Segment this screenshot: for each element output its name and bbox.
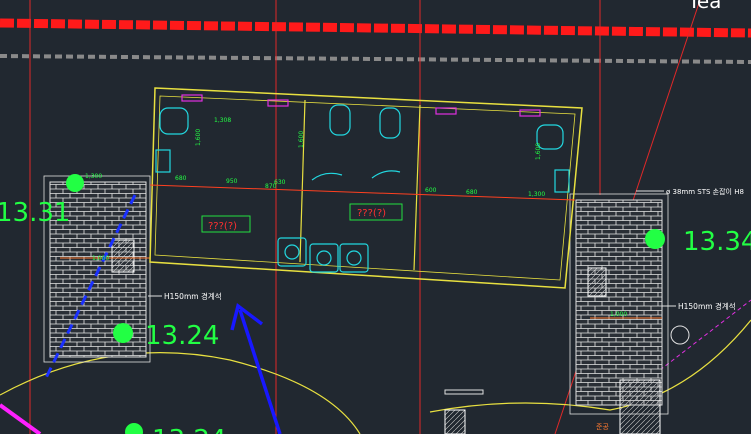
svg-text:1,300: 1,300 <box>85 173 102 180</box>
corner-text: Tea <box>687 0 721 13</box>
grate-mark <box>444 409 466 434</box>
bench-mark <box>444 389 484 395</box>
room-label: ???(?) <box>208 221 237 232</box>
svg-text:1,300: 1,300 <box>528 191 545 198</box>
cad-drawing-canvas[interactable]: 13.24 13.34 13.31 13.24 ???(?) ???(?) H1… <box>0 0 751 434</box>
svg-text:680: 680 <box>466 189 478 196</box>
small-label: 준공 <box>596 423 609 431</box>
svg-text:1,000: 1,000 <box>92 255 109 262</box>
right-paving-block <box>569 193 690 434</box>
svg-text:1,308: 1,308 <box>214 117 231 124</box>
elevation-label: 13.34 <box>683 227 751 257</box>
magenta-line <box>0 403 42 434</box>
room-label: ???(?) <box>357 208 386 219</box>
elevation-marker-4[interactable]: 13.24 <box>125 423 226 434</box>
curb-label: H150mm 경계석 <box>678 301 736 311</box>
rail-note: ø 38mm STS 손잡이 H8 <box>666 187 744 196</box>
blue-arrow <box>230 303 282 434</box>
svg-text:1,600: 1,600 <box>298 131 305 148</box>
svg-text:1,000: 1,000 <box>610 311 627 318</box>
top-red-dashed-band <box>0 18 751 64</box>
svg-text:1,600: 1,600 <box>195 129 202 146</box>
svg-text:1,600: 1,600 <box>535 143 542 160</box>
elevation-label: 13.31 <box>0 198 70 228</box>
svg-text:950: 950 <box>226 178 238 185</box>
elevation-label: 13.24 <box>152 425 226 434</box>
svg-text:680: 680 <box>175 175 187 182</box>
curb-label: H150mm 경계석 <box>164 291 222 301</box>
svg-text:600: 600 <box>425 187 437 194</box>
elevation-label: 13.24 <box>145 321 219 351</box>
svg-text:630: 630 <box>274 179 286 186</box>
